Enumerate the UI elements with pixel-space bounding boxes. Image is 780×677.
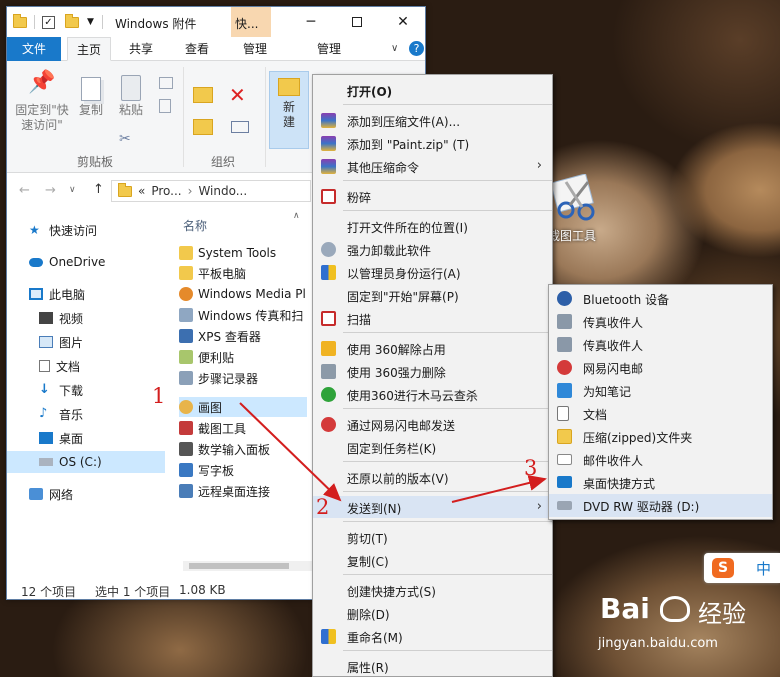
sogou-logo-icon: S bbox=[712, 558, 734, 578]
ime-mode-label: 中 bbox=[756, 560, 772, 578]
watermark-brand-2: 经验 bbox=[698, 600, 746, 628]
annotation-arrow-1 bbox=[239, 402, 342, 502]
annotation-step-1: 1 bbox=[152, 384, 166, 408]
paw-logo-icon bbox=[660, 596, 690, 622]
watermark-brand: Bai bbox=[600, 592, 650, 625]
watermark-url: jingyan.baidu.com bbox=[598, 636, 718, 651]
annotation-arrow-2 bbox=[451, 475, 547, 503]
annotation-step-3: 3 bbox=[524, 456, 538, 480]
annotation-arrows bbox=[239, 402, 547, 503]
annotation-step-2: 2 bbox=[316, 495, 330, 519]
ime-indicator[interactable]: S 中 bbox=[704, 553, 780, 583]
